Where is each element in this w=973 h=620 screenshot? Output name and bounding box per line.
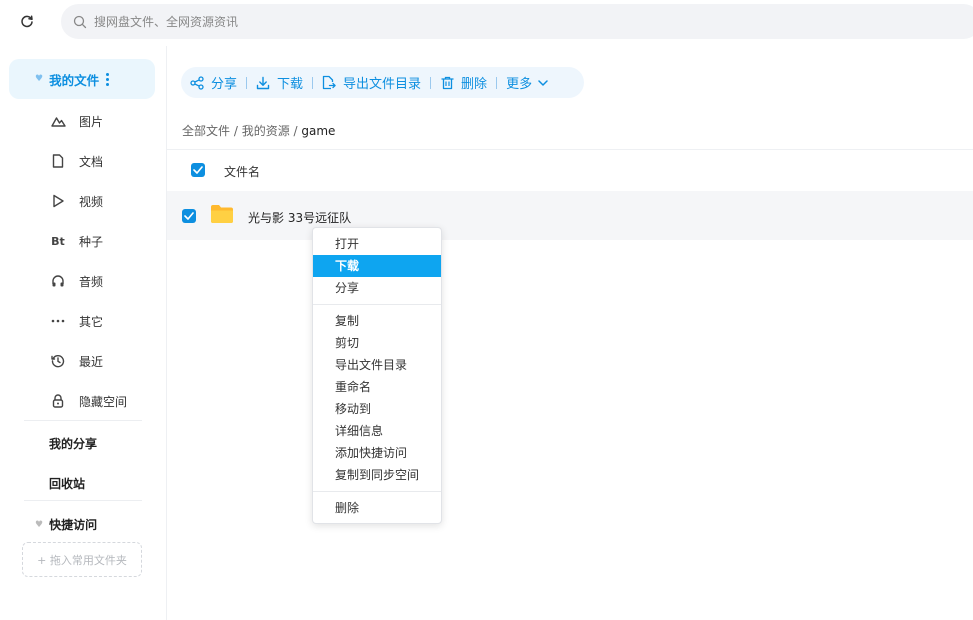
- menu-separator: [313, 491, 441, 492]
- trash-icon: [440, 76, 454, 90]
- action-toolbar: 分享 下载 导出文件目录 删除 更多: [181, 67, 584, 98]
- top-bar: [0, 0, 973, 46]
- export-label: 导出文件目录: [343, 77, 422, 92]
- breadcrumb-separator: /: [230, 124, 242, 138]
- menu-item-share[interactable]: 分享: [313, 277, 441, 299]
- search-icon: [72, 14, 88, 30]
- breadcrumb-all-files[interactable]: 全部文件: [182, 124, 230, 138]
- file-name: 光与影 33号远征队: [248, 211, 352, 225]
- menu-item-rename[interactable]: 重命名: [313, 376, 441, 398]
- breadcrumb-separator: /: [289, 124, 302, 138]
- chevron-down-icon: [538, 79, 548, 86]
- divider: [24, 500, 142, 501]
- sidebar-item-label: 最近: [79, 354, 104, 369]
- bt-icon: Bt: [51, 234, 65, 248]
- sidebar-item-label: 其它: [79, 314, 104, 329]
- sidebar-item-hidden-space[interactable]: 隐藏空间: [0, 381, 166, 421]
- kebab-menu-icon[interactable]: [106, 72, 110, 86]
- select-all-checkbox[interactable]: [191, 163, 205, 177]
- sidebar-item-quick-access[interactable]: ♥ 快捷访问: [35, 516, 97, 533]
- sidebar-item-label: 快捷访问: [49, 518, 98, 532]
- sidebar-item-images[interactable]: 图片: [0, 101, 166, 141]
- sidebar: ♥ 我的文件 图片 文档 视频 Bt 种子 音频 其它 最近 隐藏空间 我的分享…: [0, 46, 167, 620]
- sidebar-item-other[interactable]: 其它: [0, 301, 166, 341]
- sidebar-item-documents[interactable]: 文档: [0, 141, 166, 181]
- more-icon: [50, 313, 66, 329]
- file-list-header: 文件名: [167, 149, 973, 192]
- sidebar-item-label: 音频: [79, 274, 104, 289]
- image-icon: [50, 113, 66, 129]
- sidebar-item-recycle-bin[interactable]: 回收站: [49, 475, 85, 492]
- sidebar-item-label: 文档: [79, 154, 104, 169]
- menu-item-move-to[interactable]: 移动到: [313, 398, 441, 420]
- sidebar-item-label: 图片: [79, 114, 104, 129]
- document-icon: [50, 153, 66, 169]
- menu-item-open[interactable]: 打开: [313, 233, 441, 255]
- export-file-icon: [322, 75, 336, 90]
- refresh-icon[interactable]: [15, 10, 39, 34]
- headphones-icon: [50, 273, 66, 289]
- menu-item-delete[interactable]: 删除: [313, 497, 441, 519]
- sidebar-item-label: 视频: [79, 194, 104, 209]
- menu-separator: [313, 304, 441, 305]
- download-button[interactable]: 下载: [247, 73, 312, 92]
- table-row[interactable]: 光与影 33号远征队: [167, 191, 973, 240]
- sidebar-item-recent[interactable]: 最近: [0, 341, 166, 381]
- download-label: 下载: [277, 77, 304, 92]
- more-label: 更多: [506, 77, 533, 92]
- sidebar-item-label: 我的文件: [49, 72, 100, 88]
- folder-icon: [210, 204, 234, 224]
- sidebar-item-videos[interactable]: 视频: [0, 181, 166, 221]
- search-bar[interactable]: [61, 4, 973, 39]
- menu-item-export-directory[interactable]: 导出文件目录: [313, 354, 441, 376]
- column-header-filename[interactable]: 文件名: [224, 163, 260, 180]
- divider: [24, 420, 142, 421]
- lock-icon: [50, 393, 66, 409]
- more-button[interactable]: 更多: [497, 73, 557, 92]
- history-icon: [50, 353, 66, 369]
- share-icon: [190, 75, 204, 90]
- share-button[interactable]: 分享: [181, 73, 246, 92]
- menu-item-copy-to-sync[interactable]: 复制到同步空间: [313, 464, 441, 486]
- sidebar-item-label: 隐藏空间: [79, 394, 128, 409]
- menu-item-cut[interactable]: 剪切: [313, 332, 441, 354]
- sidebar-item-label: 种子: [79, 234, 104, 249]
- sidebar-item-my-share[interactable]: 我的分享: [49, 435, 97, 452]
- breadcrumb-current: game: [301, 124, 336, 138]
- sidebar-item-torrents[interactable]: Bt 种子: [0, 221, 166, 261]
- menu-item-add-quick-access[interactable]: 添加快捷访问: [313, 442, 441, 464]
- menu-item-copy[interactable]: 复制: [313, 310, 441, 332]
- delete-button[interactable]: 删除: [431, 73, 496, 92]
- menu-item-details[interactable]: 详细信息: [313, 420, 441, 442]
- breadcrumb-my-resources[interactable]: 我的资源: [242, 124, 290, 138]
- sidebar-item-my-files[interactable]: ♥ 我的文件: [9, 59, 155, 99]
- video-icon: [50, 193, 66, 209]
- heart-icon: ♥: [35, 519, 44, 530]
- sidebar-item-audio[interactable]: 音频: [0, 261, 166, 301]
- delete-label: 删除: [461, 77, 488, 92]
- row-checkbox[interactable]: [182, 209, 196, 223]
- export-directory-button[interactable]: 导出文件目录: [313, 73, 430, 92]
- heart-icon: ♥: [35, 74, 44, 84]
- drop-folder-zone[interactable]: + 拖入常用文件夹: [22, 542, 142, 577]
- context-menu: 打开 下载 分享 复制 剪切 导出文件目录 重命名 移动到 详细信息 添加快捷访…: [312, 227, 442, 524]
- search-input[interactable]: [92, 13, 696, 30]
- menu-item-download[interactable]: 下载: [313, 255, 441, 277]
- download-icon: [256, 76, 270, 90]
- breadcrumb: 全部文件 / 我的资源 / game: [182, 122, 335, 139]
- share-label: 分享: [211, 77, 238, 92]
